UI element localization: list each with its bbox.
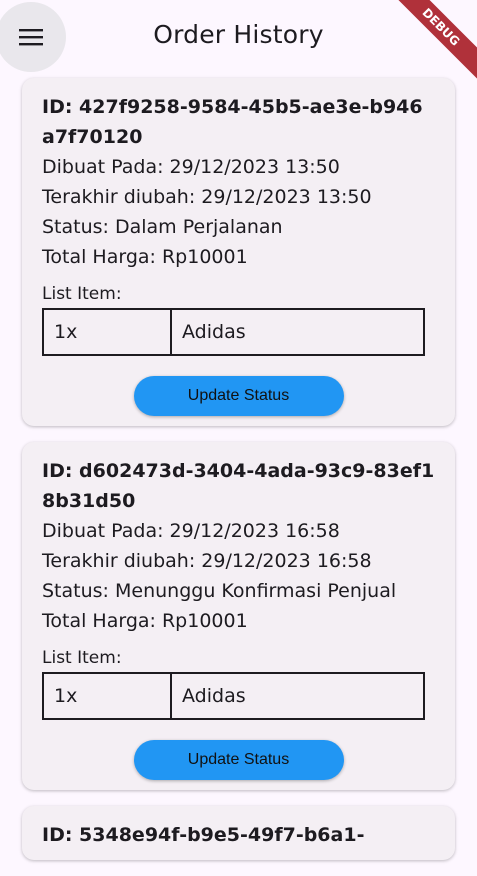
item-name: Adidas — [170, 308, 425, 356]
update-status-button[interactable]: Update Status — [133, 376, 344, 416]
item-row: 1x Adidas — [42, 672, 425, 720]
order-updated-date: Terakhir diubah: 29/12/2023 13:50 — [42, 186, 372, 208]
item-row: 1x Adidas — [42, 308, 425, 356]
order-status: Status: Menunggu Konfirmasi Penjual — [42, 580, 397, 602]
order-card: ID: 427f9258-9584-45b5-ae3e-b946a7f70120… — [22, 78, 455, 426]
order-card: ID: d602473d-3404-4ada-93c9-83ef18b31d50… — [22, 442, 455, 790]
item-quantity: 1x — [42, 308, 172, 356]
order-created-date: Dibuat Pada: 29/12/2023 13:50 — [42, 156, 340, 178]
item-list-label: List Item: — [42, 648, 122, 668]
order-id: ID: d602473d-3404-4ada-93c9-83ef18b31d50 — [42, 460, 435, 512]
order-card: ID: 5348e94f-b9e5-49f7-b6a1- — [22, 806, 455, 860]
order-id: ID: 5348e94f-b9e5-49f7-b6a1- — [42, 824, 365, 846]
order-created-date: Dibuat Pada: 29/12/2023 16:58 — [42, 520, 340, 542]
item-list-label: List Item: — [42, 284, 122, 304]
page-title: Order History — [153, 20, 324, 49]
order-total-price: Total Harga: Rp10001 — [42, 610, 248, 632]
order-total-price: Total Harga: Rp10001 — [42, 246, 248, 268]
order-status: Status: Dalam Perjalanan — [42, 216, 283, 238]
item-name: Adidas — [170, 672, 425, 720]
item-quantity: 1x — [42, 672, 172, 720]
order-id: ID: 427f9258-9584-45b5-ae3e-b946a7f70120 — [42, 96, 423, 148]
order-updated-date: Terakhir diubah: 29/12/2023 16:58 — [42, 550, 372, 572]
app-bar: Order History — [0, 0, 477, 78]
order-list[interactable]: ID: 427f9258-9584-45b5-ae3e-b946a7f70120… — [22, 78, 455, 876]
item-table: 1x Adidas — [42, 308, 425, 356]
update-status-button[interactable]: Update Status — [133, 740, 344, 780]
item-table: 1x Adidas — [42, 672, 425, 720]
